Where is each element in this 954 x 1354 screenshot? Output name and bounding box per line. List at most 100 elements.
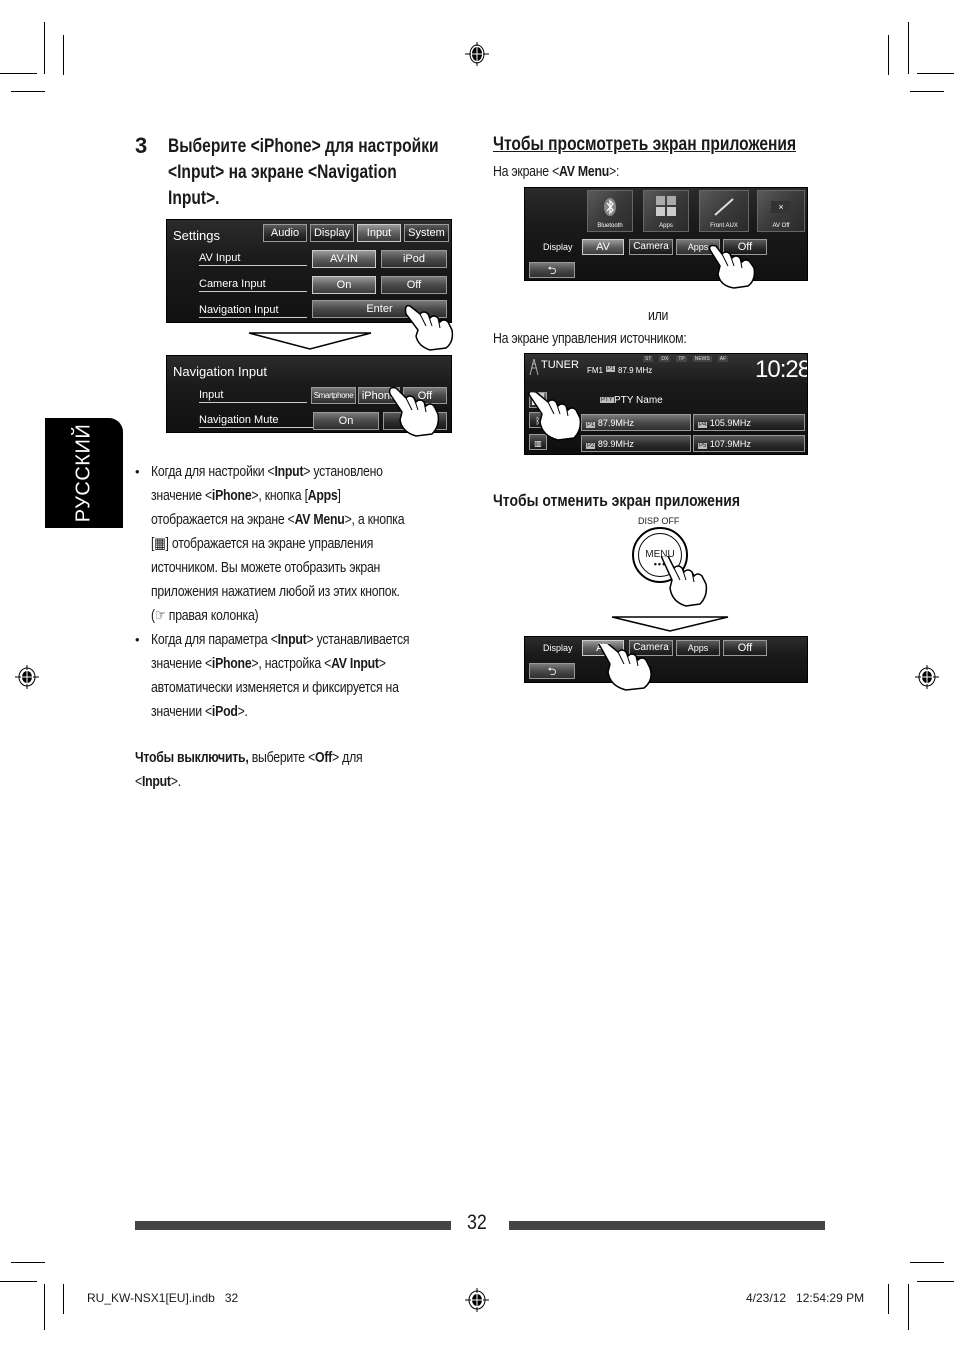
disp-off-label: DISP OFF bbox=[638, 516, 680, 526]
bullet-line: отображается на экране <AV Menu>, а кноп… bbox=[151, 508, 408, 532]
pointing-hand-icon bbox=[598, 644, 652, 691]
smartphone-button[interactable]: Smartphone bbox=[311, 387, 356, 404]
crop-mark bbox=[0, 73, 37, 74]
tile-label: Front AUX bbox=[710, 223, 738, 229]
bullet-dot: • bbox=[135, 632, 140, 647]
tuner-indicator: ST bbox=[643, 356, 654, 362]
back-button[interactable]: ⮌ bbox=[529, 663, 575, 679]
bullet-line: [▦] отображается на экране управления bbox=[151, 532, 408, 556]
display-bar-screen: Display AV Camera Apps Off ⮌ bbox=[524, 636, 808, 683]
preset-button[interactable]: P5 107.9MHz bbox=[693, 435, 805, 452]
text-run: (☞ правая колонка) bbox=[151, 607, 259, 624]
crop-mark bbox=[888, 35, 889, 75]
crop-mark bbox=[917, 1281, 954, 1282]
display-apps-button[interactable]: Apps bbox=[676, 640, 720, 656]
bold-term: AV Menu bbox=[559, 163, 610, 180]
text-run: источником. Вы можете отобразить экран bbox=[151, 559, 381, 576]
aux-cable-icon bbox=[714, 198, 734, 216]
bullet-line: источником. Вы можете отобразить экран bbox=[151, 556, 408, 580]
display-off-button[interactable]: Off bbox=[723, 640, 767, 656]
preset-frequency: 89.9MHz bbox=[597, 439, 634, 449]
preset-button[interactable]: P1 87.9MHz bbox=[581, 414, 691, 431]
turn-off-note: Чтобы выключить, выберите <Off> для <Inpu… bbox=[135, 746, 412, 794]
crop-mark bbox=[11, 1262, 45, 1263]
bullet-item: • Когда для настройки <Input> установлено… bbox=[135, 460, 465, 628]
tab-audio[interactable]: Audio bbox=[263, 224, 307, 242]
page-number: 32 bbox=[467, 1211, 487, 1234]
camera-off-button[interactable]: Off bbox=[381, 276, 447, 294]
tab-display[interactable]: Display bbox=[310, 224, 354, 242]
bold-term: iPod bbox=[211, 703, 238, 720]
view-app-heading: Чтобы просмотреть экран приложения bbox=[493, 134, 797, 155]
tuner-indicator: DX bbox=[659, 356, 671, 362]
crop-mark bbox=[11, 91, 45, 92]
display-camera-button[interactable]: Camera bbox=[629, 239, 673, 255]
text-run: >. bbox=[170, 773, 181, 790]
text-run: выберите < bbox=[248, 749, 316, 766]
preset-badge: P4 bbox=[698, 422, 708, 428]
text-run: >, а кнопка bbox=[344, 511, 405, 528]
pointing-hand-icon bbox=[388, 386, 440, 437]
crop-mark bbox=[0, 1281, 37, 1282]
bullets-container: • Когда для настройки <Input> установлено… bbox=[135, 460, 465, 724]
indicator-row: ST DX TP NEWS AF bbox=[643, 356, 729, 362]
bold-term: AV Input bbox=[331, 655, 379, 672]
preset-badge: P1 bbox=[606, 366, 616, 372]
down-arrow-icon bbox=[611, 616, 729, 632]
registration-mark-icon bbox=[465, 1288, 489, 1312]
crop-mark bbox=[908, 22, 909, 74]
back-button[interactable]: ⮌ bbox=[529, 262, 575, 278]
preset-button[interactable]: P4 105.9MHz bbox=[693, 414, 805, 431]
display-label: Display bbox=[543, 643, 573, 653]
preset-frequency: 87.9MHz bbox=[597, 418, 634, 428]
bullet-line: значение <iPhone>, настройка <AV Input> bbox=[151, 652, 408, 676]
tile-label: AV Off bbox=[772, 223, 790, 229]
camera-input-label: Camera Input bbox=[199, 278, 307, 292]
pointing-hand-icon bbox=[708, 244, 756, 289]
ipod-button[interactable]: iPod bbox=[381, 250, 447, 268]
or-text: или bbox=[648, 307, 669, 324]
on-av-menu-text: На экране <AV Menu>: bbox=[493, 160, 619, 184]
pty-name: PTY Name bbox=[614, 395, 663, 406]
bold-term: Input bbox=[274, 463, 304, 480]
tile-av-off[interactable]: × AV Off bbox=[757, 190, 805, 232]
text-run: >, настройка < bbox=[251, 655, 332, 672]
display-av-button[interactable]: AV bbox=[582, 239, 624, 255]
crop-mark bbox=[44, 1284, 45, 1330]
tuner-indicator: TP bbox=[676, 356, 687, 362]
turn-off-line: Чтобы выключить, выберите <Off> для bbox=[135, 746, 363, 770]
file-slug: RU_KW-NSX1[EU].indb 32 bbox=[87, 1291, 239, 1305]
source-name: TUNER bbox=[541, 359, 579, 371]
bullet-line: Когда для параметра <Input> устанавливае… bbox=[151, 628, 410, 652]
bold-term: Input bbox=[141, 773, 171, 790]
crop-mark bbox=[910, 1262, 944, 1263]
preset-badge: P5 bbox=[698, 443, 708, 449]
mute-on-button[interactable]: On bbox=[313, 412, 379, 430]
bullet-line: Когда для настройки <Input> установлено bbox=[151, 460, 408, 484]
text-run: > устанавливается bbox=[306, 631, 410, 648]
tile-apps[interactable]: Apps bbox=[643, 190, 689, 232]
preset-button[interactable]: P2 89.9MHz bbox=[581, 435, 691, 452]
back-arrow-icon: ⮌ bbox=[547, 666, 557, 678]
bullet-dot: • bbox=[135, 464, 140, 479]
language-side-tab: РУССКИЙ bbox=[45, 418, 123, 528]
settings-title: Settings bbox=[173, 228, 220, 243]
bullet-line: значении <iPod>. bbox=[151, 700, 408, 724]
text-run: приложения нажатием любой из этих кнопок… bbox=[151, 583, 400, 600]
text-run: значение < bbox=[151, 655, 212, 672]
footer-rule-left bbox=[135, 1221, 451, 1230]
pointing-hand-icon bbox=[528, 392, 582, 441]
tab-input[interactable]: Input bbox=[357, 224, 401, 242]
display-label: Display bbox=[543, 242, 573, 252]
navigation-input-title: Navigation Input bbox=[173, 364, 267, 379]
tile-front-aux[interactable]: Front AUX bbox=[699, 190, 749, 232]
camera-on-button[interactable]: On bbox=[312, 276, 376, 294]
print-datetime: 4/23/12 12:54:29 PM bbox=[746, 1291, 865, 1305]
tile-bluetooth[interactable]: Bluetooth bbox=[587, 190, 633, 232]
av-in-button[interactable]: AV-IN bbox=[312, 250, 376, 268]
bullet-line: (☞ правая колонка) bbox=[151, 604, 408, 628]
text-run: > установлено bbox=[303, 463, 383, 480]
text-run: > для bbox=[332, 749, 363, 766]
tab-system[interactable]: System bbox=[404, 224, 449, 242]
text-run: >. bbox=[237, 703, 248, 720]
